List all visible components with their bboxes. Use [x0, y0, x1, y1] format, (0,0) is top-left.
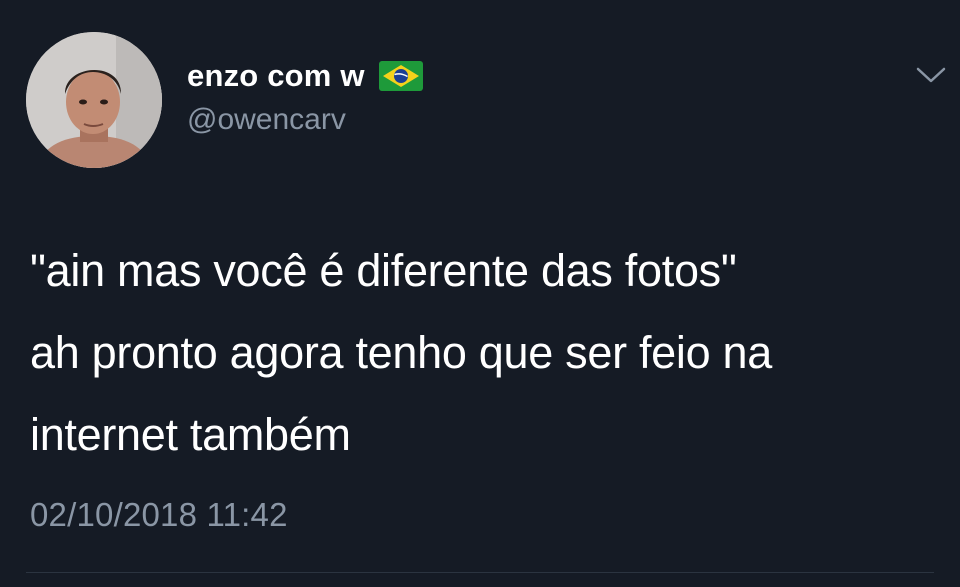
tweet-text-line: "ain mas você é diferente das fotos": [30, 245, 737, 296]
tweet-card: enzo com w @owencarv "ain mas você é dif…: [0, 0, 960, 587]
tweet-timestamp[interactable]: 02/10/2018 11:42: [30, 496, 288, 534]
author-name-row: enzo com w: [187, 56, 423, 96]
tweet-text: "ain mas você é diferente das fotos" ah …: [30, 230, 930, 476]
avatar[interactable]: [26, 32, 162, 168]
tweet-text-line: ah pronto agora tenho que ser feio na: [30, 327, 772, 378]
tweet-text-line: internet também: [30, 409, 351, 460]
avatar-photo: [26, 32, 162, 168]
chevron-down-icon[interactable]: [914, 64, 948, 86]
brazil-flag-icon: [378, 61, 423, 91]
author-display-name[interactable]: enzo com w: [187, 58, 365, 94]
divider: [26, 572, 934, 573]
author-handle[interactable]: @owencarv: [187, 103, 346, 137]
